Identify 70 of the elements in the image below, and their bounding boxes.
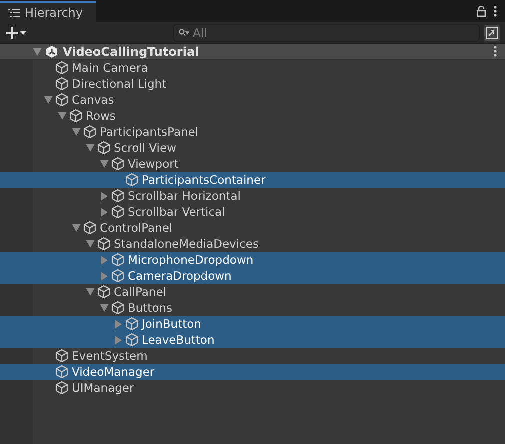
hierarchy-item[interactable]: EventSystem xyxy=(0,348,505,364)
cube-icon xyxy=(111,269,125,283)
cube-icon xyxy=(55,365,69,379)
caret-icon xyxy=(20,30,27,34)
hierarchy-item[interactable]: Canvas xyxy=(0,92,505,108)
collapsed-arrow-icon[interactable] xyxy=(101,272,108,280)
hierarchy-item[interactable]: Viewport xyxy=(0,156,505,172)
cube-icon xyxy=(55,61,69,75)
hierarchy-item[interactable]: Rows xyxy=(0,108,505,124)
hierarchy-item[interactable]: CameraDropdown xyxy=(0,268,505,284)
cube-icon xyxy=(111,157,125,171)
hierarchy-item[interactable]: ControlPanel xyxy=(0,220,505,236)
expanded-arrow-icon[interactable] xyxy=(86,288,95,296)
cube-icon xyxy=(125,173,139,187)
collapsed-arrow-icon[interactable] xyxy=(101,192,108,200)
hierarchy-item[interactable]: StandaloneMediaDevices xyxy=(0,236,505,252)
collapsed-arrow-icon[interactable] xyxy=(101,256,108,264)
cube-icon xyxy=(111,205,125,219)
expanded-arrow-icon[interactable] xyxy=(58,112,67,120)
more-options-icon[interactable] xyxy=(494,6,497,17)
hierarchy-item[interactable]: ParticipantsContainer xyxy=(0,172,505,188)
hierarchy-item[interactable]: CallPanel xyxy=(0,284,505,300)
hierarchy-item[interactable]: Scrollbar Vertical xyxy=(0,204,505,220)
cube-icon xyxy=(55,93,69,107)
hierarchy-item[interactable]: Scroll View xyxy=(0,140,505,156)
cube-icon xyxy=(55,349,69,363)
hierarchy-item[interactable]: LeaveButton xyxy=(0,332,505,348)
cube-icon xyxy=(111,301,125,315)
cube-icon xyxy=(83,221,97,235)
plus-icon xyxy=(6,26,18,38)
hierarchy-item[interactable]: MicrophoneDropdown xyxy=(0,252,505,268)
list-icon xyxy=(8,8,20,18)
expanded-arrow-icon[interactable] xyxy=(72,128,81,136)
hierarchy-item[interactable]: Scrollbar Horizontal xyxy=(0,188,505,204)
cube-icon xyxy=(55,77,69,91)
lock-icon[interactable] xyxy=(477,6,486,17)
cube-icon xyxy=(111,189,125,203)
collapsed-arrow-icon[interactable] xyxy=(101,208,108,216)
hierarchy-item[interactable]: Buttons xyxy=(0,300,505,316)
expanded-arrow-icon[interactable] xyxy=(86,144,95,152)
unity-logo-icon xyxy=(45,44,59,58)
expanded-arrow-icon[interactable] xyxy=(100,304,109,312)
hierarchy-tab[interactable]: Hierarchy xyxy=(0,1,96,22)
cube-icon xyxy=(83,125,97,139)
hierarchy-item[interactable]: ParticipantsPanel xyxy=(0,124,505,140)
search-icon xyxy=(179,28,189,36)
hierarchy-item[interactable]: VideoManager xyxy=(0,364,505,380)
cube-icon xyxy=(69,109,83,123)
maximize-button[interactable] xyxy=(483,24,501,42)
hierarchy-item[interactable]: JoinButton xyxy=(0,316,505,332)
expanded-arrow-icon[interactable] xyxy=(100,160,109,168)
collapsed-arrow-icon[interactable] xyxy=(115,336,122,344)
cube-icon xyxy=(125,333,139,347)
scene-header[interactable]: VideoCallingTutorial xyxy=(0,44,505,60)
cube-icon xyxy=(125,317,139,331)
expanded-arrow-icon[interactable] xyxy=(86,240,95,248)
cube-icon xyxy=(97,141,111,155)
cube-icon xyxy=(97,237,111,251)
search-field[interactable]: All xyxy=(173,24,480,42)
hierarchy-item[interactable]: Directional Light xyxy=(0,76,505,92)
cube-icon xyxy=(97,285,111,299)
expanded-arrow-icon[interactable] xyxy=(44,96,53,104)
expanded-arrow-icon[interactable] xyxy=(72,224,81,232)
hierarchy-item[interactable]: Main Camera xyxy=(0,60,505,76)
more-options-icon[interactable] xyxy=(494,46,497,57)
cube-icon xyxy=(111,253,125,267)
hierarchy-item[interactable]: UIManager xyxy=(0,380,505,396)
cube-icon xyxy=(55,381,69,395)
collapsed-arrow-icon[interactable] xyxy=(115,320,122,328)
expanded-arrow-icon[interactable] xyxy=(33,48,42,56)
